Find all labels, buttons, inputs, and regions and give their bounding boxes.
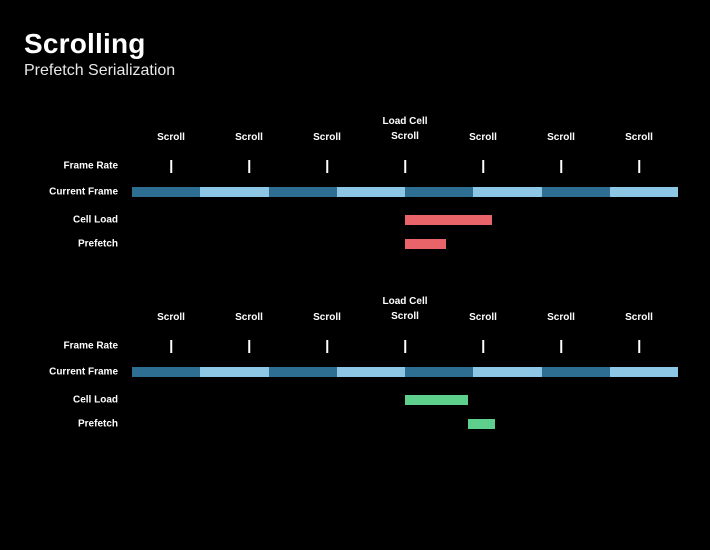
- row-label-cell-load: Cell Load: [73, 215, 118, 226]
- row-label-frame-rate: Frame Rate: [64, 161, 118, 172]
- page-subtitle: Prefetch Serialization: [24, 62, 686, 80]
- page-title: Scrolling: [24, 28, 686, 60]
- row-label-current-frame: Current Frame: [49, 367, 118, 378]
- row-label-cell-load: Cell Load: [73, 395, 118, 406]
- row-label-current-frame: Current Frame: [49, 187, 118, 198]
- row-label-frame-rate: Frame Rate: [64, 341, 118, 352]
- row-label-prefetch: Prefetch: [78, 419, 118, 430]
- row-label-prefetch: Prefetch: [78, 239, 118, 250]
- timing-chart-top: Frame Rate Current Frame Cell Load Prefe…: [24, 116, 686, 266]
- timing-chart-bottom: Frame Rate Current Frame Cell Load Prefe…: [24, 296, 686, 446]
